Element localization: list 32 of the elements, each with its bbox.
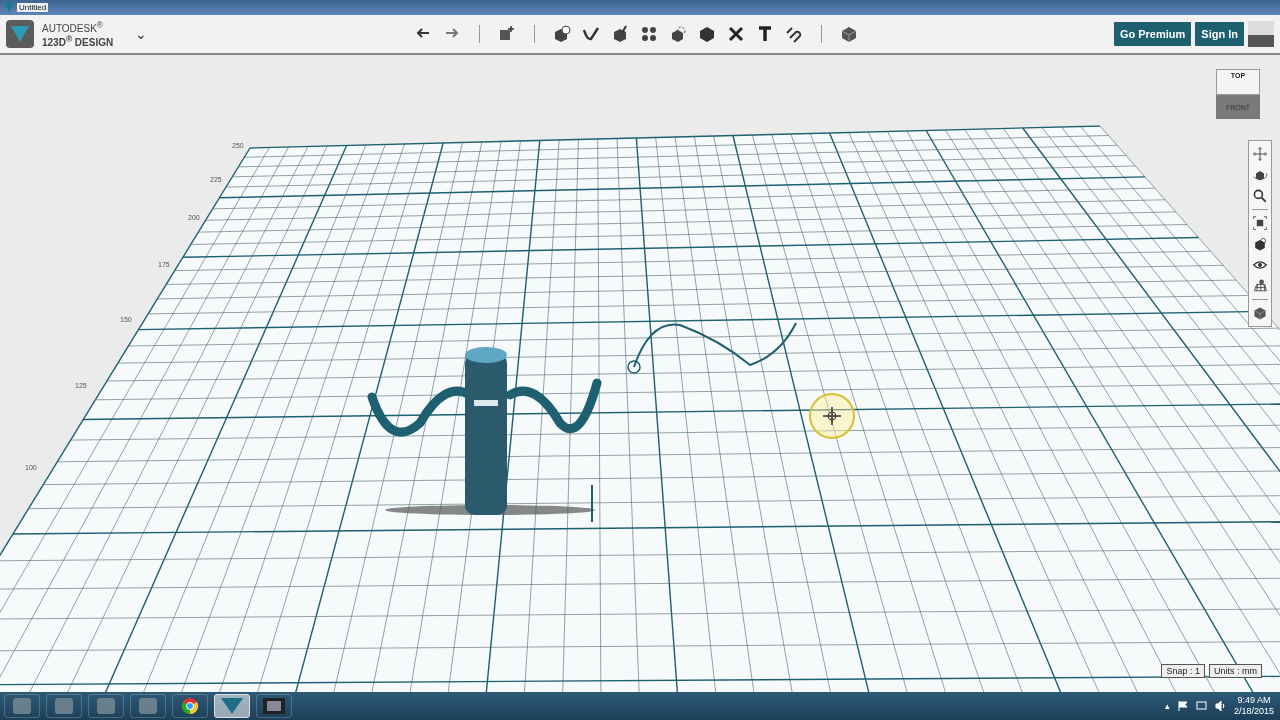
header-button[interactable]: Go Premium (1113, 22, 1192, 46)
app-icon (139, 698, 157, 714)
app-icon (97, 698, 115, 714)
cube-circle-icon[interactable] (552, 24, 573, 44)
triangle-logo-icon (221, 698, 243, 714)
menu-caret[interactable]: ⌄ (135, 26, 148, 42)
monitor-icon[interactable] (1195, 701, 1207, 711)
logo-icon (6, 20, 34, 48)
header-button[interactable]: Sign In (1195, 22, 1244, 46)
units-indicator[interactable]: Units : mm (1209, 664, 1262, 678)
cube-circle-icon[interactable] (1252, 236, 1268, 252)
film-icon (263, 698, 285, 714)
zoom-icon[interactable] (1252, 188, 1268, 204)
cube-icon[interactable] (1252, 305, 1268, 321)
app-icon (55, 698, 73, 714)
snap-indicator[interactable]: Snap : 1 (1161, 664, 1205, 678)
app-icon (13, 698, 31, 714)
tray-caret[interactable]: ▴ (1164, 701, 1170, 711)
window-title: Untitled (17, 3, 49, 12)
clock-date[interactable]: 2/18/2015 (1233, 706, 1274, 717)
fit-view-icon[interactable] (1252, 215, 1268, 231)
speaker-icon[interactable] (1214, 701, 1226, 711)
app-icon (4, 3, 14, 12)
pan-icon[interactable] (1252, 146, 1268, 162)
brand-name: AUTODESK$^{®}$ (42, 19, 104, 34)
axis-line (591, 484, 593, 523)
clock-time[interactable]: 9:49 AM (1237, 695, 1271, 706)
flag-icon[interactable] (1177, 701, 1188, 711)
taskbar-button[interactable] (214, 694, 250, 718)
browser-icon (181, 697, 199, 715)
product-name: 123D$^{®}$ DESIGN (42, 34, 114, 49)
cursor-icon (809, 393, 855, 439)
